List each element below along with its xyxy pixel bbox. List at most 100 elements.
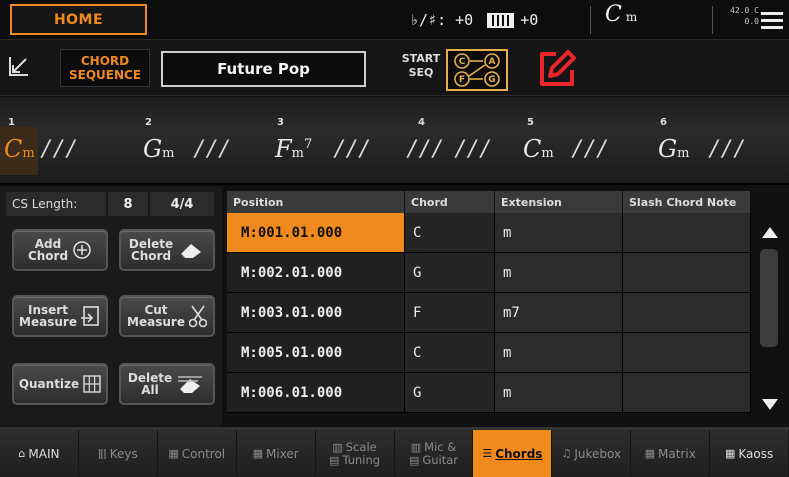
tab-label: Tuning [342,452,381,467]
tab-label: Scale [345,439,377,454]
jukebox-icon: ♫ [561,447,572,460]
slot-number: 1 [8,117,15,128]
menu-icon[interactable] [761,12,783,29]
tab-label: Mixer [266,446,299,461]
slot-chord: Cm [4,135,35,163]
delete-all-label: Delete All [127,371,173,397]
scroll-up-icon[interactable] [762,227,778,238]
plus-circle-icon [73,241,91,259]
current-chord: C m [605,2,637,38]
tab-scale-tuning[interactable]: ▥ Scale ▤ Tuning [315,430,395,477]
insert-icon [80,306,99,326]
chord-root: G [658,135,678,163]
home-button[interactable]: HOME [10,4,147,35]
tab-control[interactable]: ▦ Control [157,430,237,477]
extension-cell[interactable]: m [495,333,623,372]
table-row[interactable]: M:003.01.000 F m7 [227,293,751,333]
add-chord-label: Add Chord [27,237,69,263]
slot-chord: Gm [143,135,175,163]
title-line-2: SEQUENCE [68,68,142,82]
chord-root: C [4,135,23,163]
slashes: /// [42,137,80,162]
delete-chord-button[interactable]: Delete Chord [119,229,215,271]
preset-name: Future Pop [217,60,310,78]
chord-sequence-strip[interactable]: 1 Cm /// 2 Gm /// 3 Fm7 /// 4 /// /// 5 … [0,97,789,185]
table-row[interactable]: M:006.01.000 G m [227,373,751,413]
tab-label: MAIN [28,446,60,461]
table-scrollbar[interactable] [752,191,786,423]
tab-label: Keys [109,446,138,461]
chord-cell[interactable]: C [405,213,495,252]
keyboard-transpose-value: +0 [520,11,539,29]
slash-cell[interactable] [623,293,751,332]
start-sequence-button[interactable]: C A F G [446,49,508,91]
start-seq-line-2: SEQ [408,66,434,79]
chord-suffix: m [22,146,35,161]
keys-icon: ǁǀ [98,447,107,460]
chord-suffix: m [541,146,554,161]
start-a: A [489,57,496,67]
kaoss-icon: ▦ [724,447,736,460]
quantize-button[interactable]: Quantize [12,363,108,405]
tab-keys[interactable]: ǁǀ Keys [78,430,158,477]
position-cell[interactable]: M:006.01.000 [227,373,405,412]
chord-cell[interactable]: G [405,253,495,292]
header-extension: Extension [495,191,623,213]
table-row[interactable]: M:005.01.000 C m [227,333,751,373]
slot-number: 5 [527,117,534,128]
tab-mic-guitar[interactable]: ▥ Mic & ▤ Guitar [394,430,474,477]
chord-root: G [143,135,163,163]
chord-extension: 7 [303,137,313,152]
slash-cell[interactable] [623,213,751,252]
tab-label: Matrix [658,446,696,461]
extension-cell[interactable]: m [495,213,623,252]
slash-cell[interactable] [623,333,751,372]
tab-matrix[interactable]: ▦ Matrix [631,430,711,477]
delete-all-button[interactable]: Delete All [119,363,215,405]
extension-cell[interactable]: m [495,253,623,292]
table-row[interactable]: M:002.01.000 G m [227,253,751,293]
cs-length-value[interactable]: 8 [108,192,148,216]
start-g: G [488,75,495,85]
edit-icon[interactable] [536,48,578,90]
bottom-tab-bar: ⌂ MAIN ǁǀ Keys ▦ Control ▦ Mixer ▥ Scale ▤ Tun… [0,427,789,477]
header-position: Position [227,191,405,213]
time-signature[interactable]: 4/4 [150,192,214,216]
transpose-display[interactable]: ♭/♯: +0 +0 [410,0,538,40]
header-chord: Chord [405,191,495,213]
panel-header: CHORD SEQUENCE Future Pop START SEQ C A … [0,41,789,96]
tab-chords[interactable]: ☰ Chords [473,430,553,477]
position-cell[interactable]: M:003.01.000 [227,293,405,332]
tab-mixer[interactable]: ▦ Mixer [236,430,316,477]
slot-chord: Gm [658,135,690,163]
position-cell[interactable]: M:005.01.000 [227,333,405,372]
insert-measure-label: Insert Measure [19,303,77,329]
slash-cell[interactable] [623,373,751,412]
extension-cell[interactable]: m7 [495,293,623,332]
extension-cell[interactable]: m [495,373,623,412]
cut-measure-label: Cut Measure [127,303,185,329]
slash-cell[interactable] [623,253,751,292]
scroll-down-icon[interactable] [762,399,778,410]
chords-icon: ☰ [482,447,493,460]
tab-main[interactable]: ⌂ MAIN [0,430,79,477]
add-chord-button[interactable]: Add Chord [12,229,108,271]
preset-name-field[interactable]: Future Pop [161,51,366,87]
insert-measure-button[interactable]: Insert Measure [12,295,108,337]
cut-measure-button[interactable]: Cut Measure [119,295,215,337]
scroll-thumb[interactable] [760,249,778,347]
position-cell[interactable]: M:001.01.000 [227,213,405,252]
tab-kaoss[interactable]: ▦ Kaoss [710,430,789,477]
chord-sequence-title[interactable]: CHORD SEQUENCE [60,49,150,87]
delete-chord-label: Delete Chord [128,237,174,263]
position-cell[interactable]: M:002.01.000 [227,253,405,292]
table-row[interactable]: M:001.01.000 C m [227,213,751,253]
chord-cell[interactable]: F [405,293,495,332]
mic-icon: ▥ [410,440,422,454]
chord-cycle-icon: C A F G [454,53,500,87]
chord-cell[interactable]: C [405,333,495,372]
collapse-arrow-icon[interactable] [9,56,29,76]
tab-jukebox[interactable]: ♫ Jukebox [552,430,632,477]
chord-cell[interactable]: G [405,373,495,412]
scissors-icon [188,305,207,328]
